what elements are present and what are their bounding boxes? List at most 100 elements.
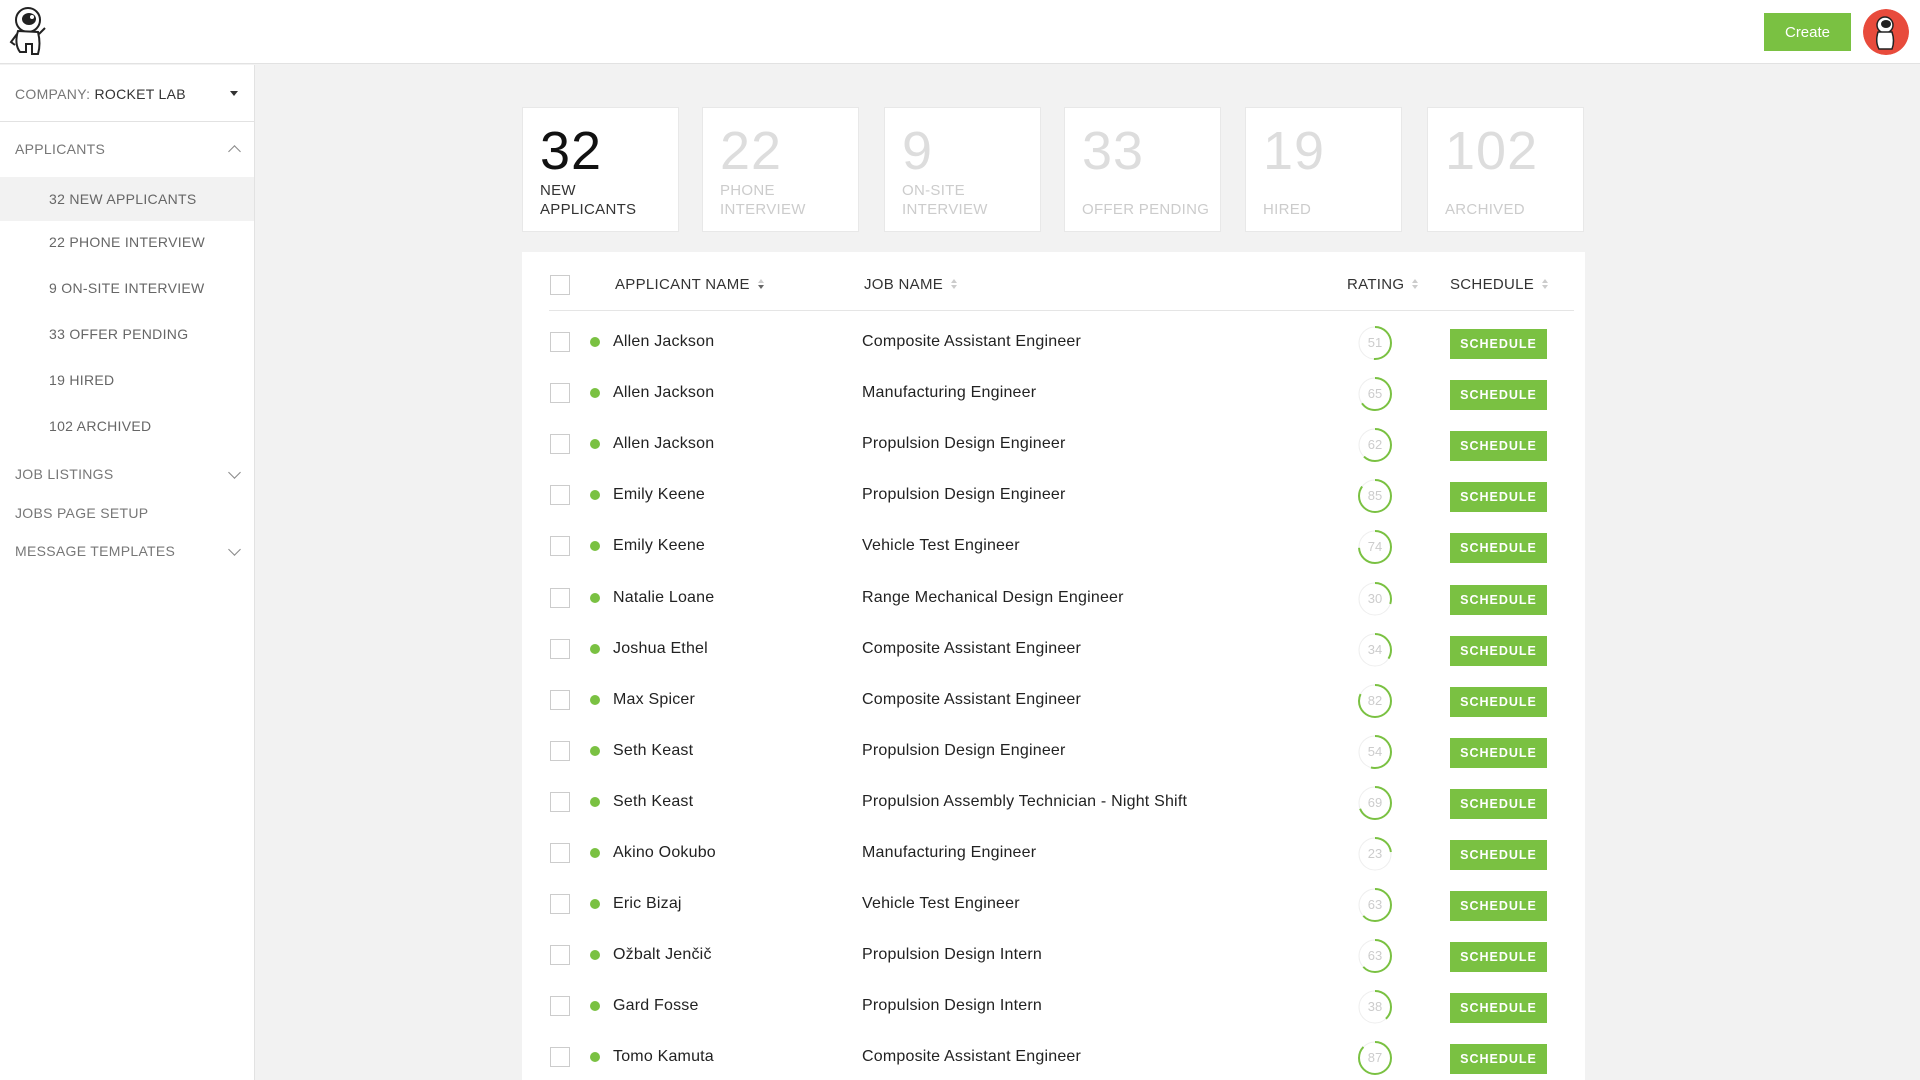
sidebar-item-on-site-interview[interactable]: 9 ON-SITE INTERVIEW <box>0 266 254 310</box>
sidebar-item-offer-pending[interactable]: 33 OFFER PENDING <box>0 312 254 356</box>
schedule-button[interactable]: SCHEDULE <box>1450 891 1547 922</box>
schedule-button[interactable]: SCHEDULE <box>1450 635 1547 666</box>
row-checkbox[interactable] <box>550 945 570 966</box>
row-checkbox[interactable] <box>550 689 570 710</box>
applicant-name[interactable]: Seth Keast <box>613 742 693 760</box>
column-header-rating[interactable]: RATING <box>1347 276 1420 293</box>
column-header-schedule[interactable]: SCHEDULE <box>1450 276 1550 293</box>
astronaut-logo-icon[interactable] <box>8 4 50 60</box>
company-selector[interactable]: COMPANY: ROCKET LAB <box>0 65 254 122</box>
nav-jobs-page-setup[interactable]: JOBS PAGE SETUP <box>15 505 148 521</box>
table-row[interactable]: Akino Ookubo Manufacturing Engineer 23 SCHE… <box>522 828 1585 879</box>
stat-card-hired[interactable]: 19 HIRED <box>1245 107 1402 232</box>
rating-value: 69 <box>1367 794 1383 810</box>
table-row[interactable]: Ožbalt Jenčič Propulsion Design Intern 63 S… <box>522 930 1585 981</box>
schedule-button[interactable]: SCHEDULE <box>1450 482 1547 513</box>
table-row[interactable]: Allen Jackson Composite Assistant Enginee… <box>522 317 1585 368</box>
stat-card-on-site-interview[interactable]: 9 ON-SITE INTERVIEW <box>884 107 1041 232</box>
schedule-button[interactable]: SCHEDULE <box>1450 533 1547 564</box>
nav-job-listings[interactable]: JOB LISTINGS <box>15 466 114 482</box>
schedule-button[interactable]: SCHEDULE <box>1450 431 1547 462</box>
row-checkbox[interactable] <box>550 791 570 812</box>
status-dot-icon <box>590 490 600 501</box>
nav-applicants[interactable]: APPLICANTS <box>15 141 105 157</box>
applicant-name[interactable]: Seth Keast <box>613 793 693 811</box>
sidebar-item-new-applicants[interactable]: 32 NEW APPLICANTS <box>0 177 254 221</box>
schedule-button[interactable]: SCHEDULE <box>1450 329 1547 359</box>
applicant-name[interactable]: Eric Bizaj <box>613 895 682 913</box>
schedule-button[interactable]: SCHEDULE <box>1450 840 1547 870</box>
table-row[interactable]: Max Spicer Composite Assistant Engineer 82… <box>522 675 1585 726</box>
schedule-button[interactable]: SCHEDULE <box>1450 788 1547 819</box>
table-row[interactable]: Allen Jackson Propulsion Design Engineer 6… <box>522 419 1585 470</box>
applicant-name[interactable]: Allen Jackson <box>613 333 714 351</box>
row-checkbox[interactable] <box>550 996 570 1017</box>
row-checkbox[interactable] <box>550 587 570 608</box>
chevron-down-icon[interactable] <box>228 543 241 556</box>
schedule-button[interactable]: SCHEDULE <box>1450 737 1547 768</box>
applicant-name[interactable]: Allen Jackson <box>613 384 714 402</box>
rating-ring: 51 <box>1356 324 1394 362</box>
table-row[interactable]: Emily Keene Propulsion Design Engineer 85 S… <box>522 470 1585 521</box>
sort-icon[interactable] <box>1412 279 1420 291</box>
sort-icon[interactable] <box>951 279 959 291</box>
job-name: Propulsion Design Intern <box>862 946 1043 964</box>
stat-card-new-applicants[interactable]: 32 NEW APPLICANTS <box>522 107 679 232</box>
table-row[interactable]: Joshua Ethel Composite Assistant Engineer… <box>522 624 1585 675</box>
nav-message-templates[interactable]: MESSAGE TEMPLATES <box>15 543 175 559</box>
schedule-button[interactable]: SCHEDULE <box>1450 686 1547 717</box>
select-all-checkbox[interactable] <box>550 275 570 295</box>
sort-icon[interactable] <box>1542 279 1550 291</box>
table-row[interactable]: Eric Bizaj Vehicle Test Engineer 63 SCHEDUL… <box>522 879 1585 930</box>
rating-ring: 34 <box>1356 631 1394 669</box>
sidebar-item-archived[interactable]: 102 ARCHIVED <box>0 404 254 448</box>
applicant-name[interactable]: Natalie Loane <box>613 589 714 607</box>
chevron-down-icon[interactable] <box>228 466 241 479</box>
create-button[interactable]: Create <box>1764 13 1851 51</box>
stat-card-archived[interactable]: 102 ARCHIVED <box>1427 107 1584 232</box>
applicant-name[interactable]: Ožbalt Jenčič <box>613 946 712 964</box>
column-header-job-name[interactable]: JOB NAME <box>864 276 959 293</box>
table-row[interactable]: Gard Fosse Propulsion Design Intern 38 SCHE… <box>522 981 1585 1032</box>
applicant-name[interactable]: Allen Jackson <box>613 435 714 453</box>
applicant-name[interactable]: Tomo Kamuta <box>613 1048 714 1066</box>
table-row[interactable]: Natalie Loane Range Mechanical Design Eng… <box>522 573 1585 624</box>
astronaut-avatar-icon[interactable] <box>1863 9 1909 55</box>
table-row[interactable]: Emily Keene Vehicle Test Engineer 74 SCHEDU… <box>522 521 1585 572</box>
row-checkbox[interactable] <box>550 383 570 404</box>
applicant-name[interactable]: Akino Ookubo <box>613 844 716 862</box>
stat-card-phone-interview[interactable]: 22 PHONE INTERVIEW <box>702 107 859 232</box>
job-name: Composite Assistant Engineer <box>862 1048 1082 1066</box>
column-header-applicant-name[interactable]: APPLICANT NAME <box>615 276 766 293</box>
row-checkbox[interactable] <box>550 434 570 455</box>
schedule-button[interactable]: SCHEDULE <box>1450 942 1547 973</box>
table-row[interactable]: Tomo Kamuta Composite Assistant Engineer 8… <box>522 1032 1585 1080</box>
schedule-button[interactable]: SCHEDULE <box>1450 1044 1547 1075</box>
row-checkbox[interactable] <box>550 332 570 352</box>
stat-card-offer-pending[interactable]: 33 OFFER PENDING <box>1064 107 1221 232</box>
row-checkbox[interactable] <box>550 638 570 659</box>
applicant-name[interactable]: Max Spicer <box>613 691 695 709</box>
row-checkbox[interactable] <box>550 485 570 506</box>
row-checkbox[interactable] <box>550 740 570 761</box>
sort-icon[interactable] <box>757 279 766 291</box>
applicant-name[interactable]: Gard Fosse <box>613 997 699 1015</box>
job-name: Manufacturing Engineer <box>862 384 1037 402</box>
schedule-button[interactable]: SCHEDULE <box>1450 584 1547 615</box>
applicant-name[interactable]: Emily Keene <box>613 537 705 555</box>
chevron-up-icon[interactable] <box>228 145 241 158</box>
applicant-name[interactable]: Joshua Ethel <box>613 640 708 658</box>
sidebar-item-phone-interview[interactable]: 22 PHONE INTERVIEW <box>0 220 254 264</box>
schedule-button[interactable]: SCHEDULE <box>1450 993 1547 1024</box>
stat-count: 9 <box>902 121 934 181</box>
row-checkbox[interactable] <box>550 1047 570 1068</box>
sidebar-item-hired[interactable]: 19 HIRED <box>0 358 254 402</box>
table-row[interactable]: Allen Jackson Manufacturing Engineer 65 SCH… <box>522 368 1585 419</box>
table-row[interactable]: Seth Keast Propulsion Design Engineer 54 SC… <box>522 726 1585 777</box>
row-checkbox[interactable] <box>550 536 570 557</box>
table-row[interactable]: Seth Keast Propulsion Assembly Technician… <box>522 777 1585 828</box>
schedule-button[interactable]: SCHEDULE <box>1450 380 1547 411</box>
row-checkbox[interactable] <box>550 894 570 915</box>
row-checkbox[interactable] <box>550 843 570 863</box>
applicant-name[interactable]: Emily Keene <box>613 486 705 504</box>
